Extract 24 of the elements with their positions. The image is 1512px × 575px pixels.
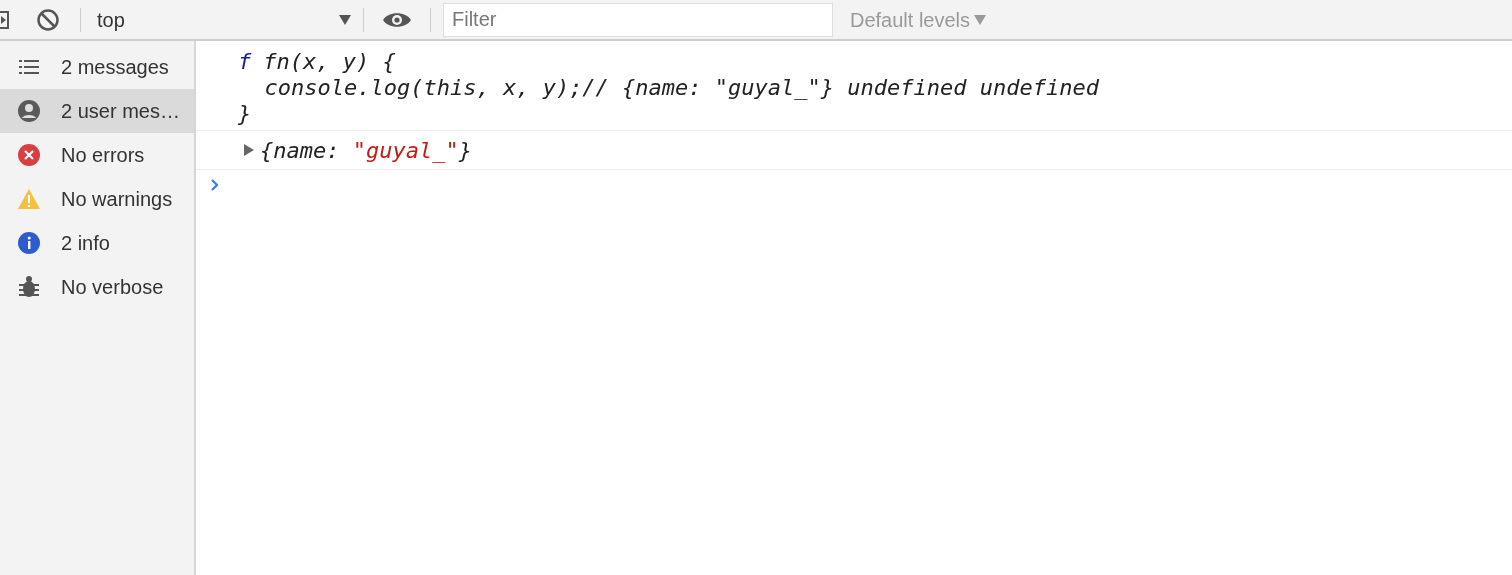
info-icon (17, 231, 41, 255)
function-keyword: f (238, 49, 252, 75)
clear-icon[interactable] (36, 7, 60, 32)
error-icon (17, 143, 41, 167)
sidebar-item[interactable]: No verbose (0, 265, 194, 309)
sidebar-item[interactable]: 2 messages (0, 45, 194, 89)
bug-icon (17, 275, 41, 299)
code-line: } (238, 101, 252, 127)
sidebar-item[interactable]: No warnings (0, 177, 194, 221)
object-preview: {name: "guyal_"} (260, 136, 472, 165)
sidebar-toggle-icon[interactable] (0, 9, 10, 30)
code-line: fn(x, y) { (263, 49, 396, 75)
sidebar-item[interactable]: No errors (0, 133, 194, 177)
code-line: console.log(this, x, y);// {name: "guyal_"} undefined undefined (263, 75, 1099, 101)
context-select[interactable]: top (97, 4, 351, 35)
expand-triangle-icon[interactable] (244, 144, 254, 156)
caret-icon (339, 13, 351, 26)
warning-icon (17, 187, 41, 211)
user-icon (17, 99, 41, 123)
filter-field[interactable]: Filter (443, 2, 833, 37)
prompt-chevron-icon[interactable] (210, 178, 220, 192)
sidebar-item[interactable]: 2 user mes… (0, 89, 194, 133)
sidebar-item[interactable]: 2 info (0, 221, 194, 265)
caret-icon (974, 13, 987, 26)
